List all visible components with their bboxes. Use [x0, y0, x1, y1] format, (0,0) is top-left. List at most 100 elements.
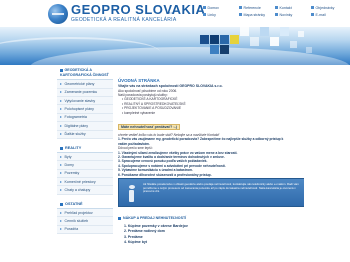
nav-item-objednavky[interactable]: Objednávky: [311, 4, 347, 11]
news-item[interactable]: 4. Kúpime byt: [118, 240, 298, 245]
top-navigation: Domov Referencie Kontakt Objednávky Link…: [203, 4, 349, 18]
bullet-icon: [239, 6, 242, 9]
service-item: • kompletné vybavenie: [122, 110, 156, 115]
bullet-icon: [203, 6, 206, 9]
nav-item-mapa[interactable]: Mapa stránky: [239, 11, 275, 18]
info-text: Ak hľadáte poradenstvo v oblasti geodézi…: [143, 182, 299, 194]
sidebar-item-label: Chaty a chalupy: [64, 188, 91, 193]
arrow-icon: [60, 91, 62, 94]
arrow-icon: [60, 155, 62, 158]
banner-square: [210, 45, 219, 54]
banner-square: [250, 37, 259, 46]
banner-square: [210, 35, 219, 44]
arrow-icon: [60, 124, 62, 127]
reason-item: 6. Ponúkame dlhoročné skúsenosti a profe…: [118, 172, 212, 177]
nav-label: E-mail: [315, 12, 326, 17]
bullet-icon: [311, 13, 314, 16]
news-section: NÁKUP A PREDAJ NEHNUTEĽNOSTÍ 1. Kúpime p…: [118, 216, 298, 246]
banner-square: [298, 31, 304, 37]
category-title: GEODETICKÁ A KARTOGRAFICKÁ ČINNOSŤ: [60, 68, 109, 77]
logo-globe-icon[interactable]: [48, 4, 68, 24]
news-title: NÁKUP A PREDAJ NEHNUTEĽNOSTÍ: [123, 216, 187, 220]
banner: [0, 27, 350, 65]
banner-square: [260, 27, 269, 36]
arrow-icon: [60, 82, 62, 85]
nav-item-linky[interactable]: Linky: [203, 11, 239, 18]
sidebar-item-label: Ďalšie služby: [64, 132, 86, 137]
nav-item-novinky[interactable]: Novinky: [275, 11, 311, 18]
sidebar-item[interactable]: Pozemky: [57, 169, 113, 179]
arrow-icon: [60, 228, 62, 231]
sidebar-item-label: Geometrické plány: [64, 81, 95, 86]
logo-suffix: s.r.o.: [166, 10, 175, 15]
question-text: 1. Prečo vás zaujímame my, geodetickí po…: [118, 137, 284, 146]
sidebar-item-label: Cenník služieb: [64, 218, 89, 223]
sidebar-item[interactable]: Byty: [57, 152, 113, 162]
sidebar-item[interactable]: Chaty a chalupy: [57, 186, 113, 195]
category-header: GEODETICKÁ A KARTOGRAFICKÁ ČINNOSŤ: [57, 66, 113, 81]
nav-label: Objednávky: [315, 5, 335, 10]
sidebar-item[interactable]: Vytyčovanie stavby: [57, 96, 113, 106]
sidebar-item-label: Fotogrametria: [64, 115, 87, 120]
arrow-icon: [60, 180, 62, 183]
nav-label: Kontakt: [279, 5, 292, 10]
logo-name[interactable]: GEOPRO SLOVAKIA: [71, 3, 205, 17]
arrow-icon: [60, 164, 62, 166]
sidebar-item[interactable]: Cenník služieb: [57, 217, 113, 226]
arrow-icon: [60, 219, 62, 222]
section-header-reality: REALITY: [57, 145, 113, 153]
nav-item-email[interactable]: E-mail: [311, 11, 347, 18]
news-header[interactable]: NÁKUP A PREDAJ NEHNUTEĽNOSTÍ: [118, 216, 298, 220]
bullet-icon: [239, 13, 242, 16]
banner-square: [280, 27, 289, 36]
highlight-banner[interactable]: Máte nehnuteľnosť predávať? :-): [118, 124, 180, 131]
sidebar-item-label: Byty: [64, 154, 72, 159]
sidebar-item[interactable]: Zameranie pozemku: [57, 88, 113, 97]
sidebar-item[interactable]: Komerčné priestory: [57, 178, 113, 187]
main-content: ÚVODNÁ STRÁNKA Vitajte vás na stránkach …: [118, 78, 293, 177]
bullet-icon: [275, 6, 278, 9]
sidebar-item[interactable]: Digitálne plány: [57, 122, 113, 131]
sidebar-item-label: Pozemky: [64, 171, 80, 176]
nav-label: Domov: [207, 5, 219, 10]
nav-label: Linky: [207, 12, 216, 17]
bullet-icon: [203, 13, 206, 16]
header: GEOPRO SLOVAKIA s.r.o. GEODETICKÁ A REAL…: [0, 0, 350, 27]
sidebar-item-label: Polohopisné plány: [64, 107, 94, 112]
sidebar-item[interactable]: Poradňa: [57, 225, 113, 235]
arrow-icon: [60, 172, 62, 175]
sidebar-item[interactable]: Fotogrametria: [57, 113, 113, 123]
section-title: OSTATNÉ: [65, 202, 83, 207]
sidebar-item-label: Zameranie pozemku: [64, 90, 98, 95]
banner-square: [290, 41, 297, 48]
section-icon: [60, 146, 63, 150]
sidebar-item-label: Vytyčovanie stavby: [64, 98, 96, 103]
sidebar-item[interactable]: Prehľad projektov: [57, 208, 113, 218]
arrow-icon: [60, 189, 62, 192]
nav-item-referencie[interactable]: Referencie: [239, 4, 275, 11]
sidebar-item-label: Poradňa: [64, 227, 79, 232]
nav-label: Mapa stránky: [243, 12, 266, 17]
banner-square: [230, 35, 239, 44]
banner-square: [200, 35, 209, 44]
nav-label: Novinky: [279, 12, 293, 17]
section-icon: [60, 202, 63, 206]
sidebar-item[interactable]: Geometrické plány: [57, 80, 113, 89]
sidebar-item[interactable]: Domy: [57, 161, 113, 170]
nav-label: Referencie: [243, 5, 261, 10]
nav-item-kontakt[interactable]: Kontakt: [275, 4, 311, 11]
page-title: ÚVODNÁ STRÁNKA: [118, 78, 160, 83]
info-icon: [125, 185, 138, 202]
right-margin: [304, 66, 350, 262]
arrow-icon: [60, 133, 62, 136]
left-sidebar: GEODETICKÁ A KARTOGRAFICKÁ ČINNOSŤ Geome…: [57, 66, 113, 235]
banner-square: [240, 27, 249, 36]
sidebar-item[interactable]: Polohopisné plány: [57, 105, 113, 114]
banner-arc: [0, 37, 160, 65]
sidebar-item-label: Digitálne plány: [64, 123, 89, 128]
section-icon: [118, 216, 121, 220]
category-icon: [60, 68, 63, 72]
sidebar-item[interactable]: Ďalšie služby: [57, 130, 113, 139]
nav-item-domov[interactable]: Domov: [203, 4, 239, 11]
info-box: Ak hľadáte poradenstvo v oblasti geodézi…: [118, 178, 305, 207]
